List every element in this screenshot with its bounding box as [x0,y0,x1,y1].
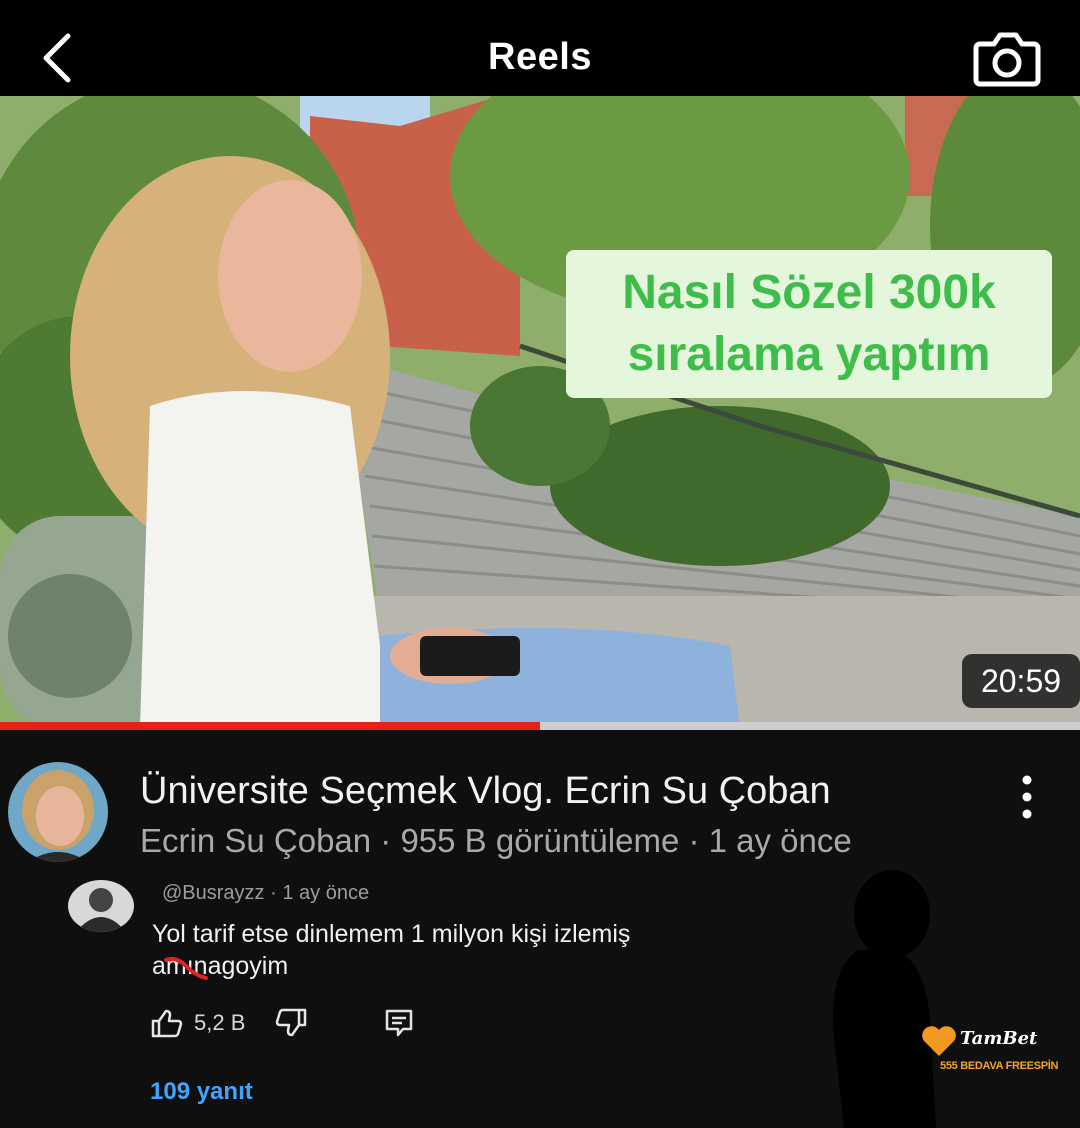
progress-bar[interactable] [0,722,1080,730]
reply-icon[interactable] [384,1008,414,1038]
overlay-line-2: sıralama yaptım [627,328,991,381]
comment-line-2: amına goyim [152,950,630,982]
more-vertical-icon[interactable] [1012,772,1042,822]
censored-word: mına [163,952,222,980]
watermark-brand: TamBet [960,1028,1038,1049]
thumbnail-image [0,96,1080,730]
overlay-line-1: Nasıl Sözel 300k [622,266,996,319]
comment-time: · 1 ay önce [270,882,370,904]
video-title[interactable]: Üniversite Seçmek Vlog. Ecrin Su Çoban [140,770,831,813]
overlay-caption: Nasıl Sözel 300k sıralama yaptım [566,250,1052,398]
video-meta: Ecrin Su Çoban · 955 B görüntüleme · 1 a… [140,822,852,859]
channel-avatar[interactable] [8,762,108,862]
progress-bar-fill [0,722,540,730]
person-silhouette [833,870,936,1128]
censor-scribble-icon [163,956,208,980]
heart-icon [922,1026,956,1056]
comment-username[interactable]: @Busrayzz [162,882,265,904]
duration-badge: 20:59 [962,654,1080,708]
camera-icon[interactable] [972,26,1042,90]
watermark-subtitle: 555 BEDAVA FREESPİN [940,1060,1059,1072]
comment-line-2-end: goyim [221,952,289,980]
thumbs-down-icon[interactable] [274,1008,308,1038]
watermark-logo: TamBet 555 BEDAVA FREESPİN [920,1024,1058,1080]
video-thumbnail[interactable]: Nasıl Sözel 300k sıralama yaptım 20:59 [0,96,1080,730]
like-count: 5,2 B [194,1010,246,1035]
comment-header: @Busrayzz · 1 ay önce [162,882,369,905]
top-bar: Reels [0,0,1080,96]
view-replies-link[interactable]: 109 yanıt [150,1078,253,1106]
page-title: Reels [488,36,592,78]
thumbs-up-icon[interactable] [150,1008,184,1038]
comment-line-1: Yol tarif etse dinlemem 1 milyon kişi iz… [152,920,631,948]
commenter-avatar[interactable] [68,880,134,932]
comment-text: Yol tarif etse dinlemem 1 milyon kişi iz… [152,918,630,982]
